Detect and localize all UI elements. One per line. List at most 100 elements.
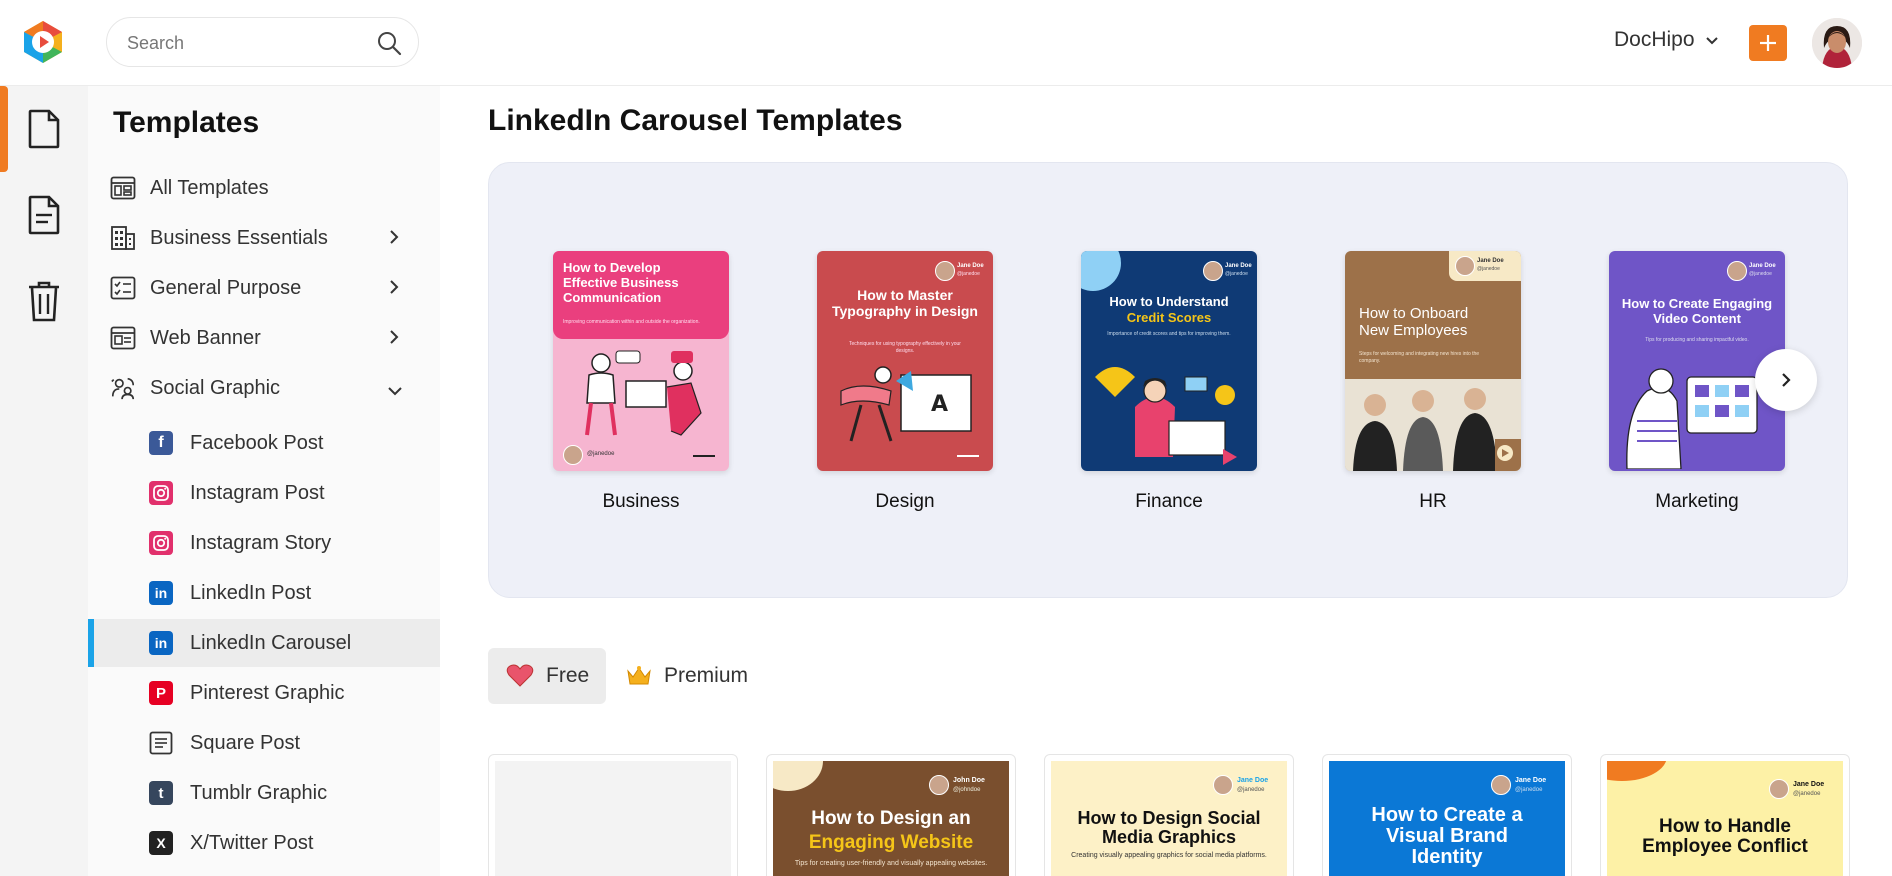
- video-creator-illustration: [1626, 368, 1758, 469]
- sidebar-item-instagram-post[interactable]: Instagram Post: [88, 469, 440, 517]
- sidebar-item-general-purpose[interactable]: General Purpose: [88, 264, 440, 312]
- rail-documents[interactable]: [0, 172, 88, 258]
- thumbnail-title: How to Create Engaging Video Content: [1621, 296, 1773, 326]
- sidebar-title: Templates: [113, 106, 260, 139]
- thumbnail-title: How to Master Typography in Design: [832, 287, 978, 320]
- tumblr-icon: t: [149, 781, 173, 805]
- sidebar-item-label: Web Banner: [150, 326, 261, 349]
- sidebar-item-linkedin-carousel[interactable]: in LinkedIn Carousel: [88, 619, 440, 667]
- sidebar-item-label: Square Post: [190, 731, 301, 754]
- document-icon: [28, 109, 60, 149]
- handshake-photo: [1345, 379, 1521, 471]
- thumbnail-author: Jane Doe: [1477, 258, 1504, 264]
- account-switcher[interactable]: DocHipo: [1614, 28, 1719, 52]
- dochipo-logo[interactable]: [20, 19, 66, 65]
- sidebar-item-business-essentials[interactable]: Business Essentials: [88, 214, 440, 262]
- card-author: Jane Doe: [1237, 777, 1269, 784]
- web-banner-icon: [110, 325, 136, 351]
- search-input[interactable]: [127, 30, 367, 56]
- trash-icon: [29, 281, 59, 322]
- filter-free-button[interactable]: Free: [488, 648, 606, 704]
- card-author: Jane Doe: [1793, 781, 1825, 788]
- template-card[interactable]: Jane Doe @janedoe How to Design Social M…: [1044, 754, 1294, 876]
- instagram-icon: [149, 481, 173, 505]
- filter-label: Free: [546, 664, 590, 687]
- credit-illustration: [1095, 367, 1237, 465]
- carousel-next-button[interactable]: [1755, 349, 1817, 411]
- template-card[interactable]: Jane Doe @janedoe How to Handle Employee…: [1600, 754, 1850, 876]
- template-thumbnail[interactable]: Jane Doe @janedoe How to Understand Cred…: [1081, 251, 1257, 471]
- layout-grid-icon: [110, 175, 136, 201]
- category-card-finance[interactable]: Jane Doe @janedoe How to Understand Cred…: [1081, 251, 1257, 513]
- category-card-design[interactable]: Jane Doe @janedoe How to Master Typograp…: [817, 251, 993, 513]
- sidebar-item-label: General Purpose: [150, 276, 302, 299]
- thumbnail-author: Jane Doe: [957, 263, 984, 269]
- sidebar-item-social-graphic[interactable]: Social Graphic: [88, 364, 440, 412]
- user-avatar[interactable]: [1812, 18, 1862, 68]
- thumbnail-author: Jane Doe: [1225, 263, 1252, 269]
- sidebar-item-tumblr-graphic[interactable]: t Tumblr Graphic: [88, 769, 440, 817]
- checklist-icon: [110, 275, 136, 301]
- building-icon: [110, 225, 136, 251]
- template-thumbnail[interactable]: Jane Doe @janedoe How to Master Typograp…: [817, 251, 993, 471]
- filter-premium-button[interactable]: Premium: [626, 648, 748, 704]
- card-subtitle: Creating visually appealing graphics for…: [1071, 852, 1267, 859]
- chevron-right-icon: [1782, 373, 1791, 387]
- linkedin-icon: in: [149, 581, 173, 605]
- template-card[interactable]: [488, 754, 738, 876]
- account-name: DocHipo: [1614, 28, 1695, 51]
- rail-trash[interactable]: [0, 258, 88, 344]
- template-card[interactable]: Jane Doe @janedoe How to Create a Visual…: [1322, 754, 1572, 876]
- thumbnail-title: How to Understand: [1109, 294, 1229, 309]
- thumbnail-subtitle: Improving communication within and outsi…: [563, 319, 700, 325]
- card-author: Jane Doe: [1515, 777, 1547, 784]
- card-title: How to Design Social Media Graphics: [1077, 808, 1261, 847]
- category-card-business[interactable]: How to Develop Effective Business Commun…: [553, 251, 729, 513]
- sidebar-item-square-post[interactable]: Square Post: [88, 719, 440, 767]
- chevron-right-icon: [388, 327, 400, 353]
- card-subtitle: Tips for creating user-friendly and visu…: [794, 860, 988, 867]
- template-thumbnail-placeholder: [495, 761, 731, 876]
- sidebar-item-label: Instagram Post: [190, 481, 325, 504]
- instagram-icon: [149, 531, 173, 555]
- sidebar-item-label: X/Twitter Post: [190, 831, 314, 854]
- template-thumbnail[interactable]: Jane Doe @janedoe How to Create Engaging…: [1609, 251, 1785, 471]
- thumbnail-subtitle: Importance of credit scores and tips for…: [1107, 331, 1231, 337]
- card-title: How to Handle Employee Conflict: [1642, 816, 1808, 857]
- sidebar-item-label: LinkedIn Carousel: [190, 631, 352, 654]
- sidebar-item-label: Instagram Story: [190, 531, 332, 554]
- social-users-icon: [110, 375, 136, 401]
- search-icon[interactable]: [376, 30, 402, 56]
- template-thumbnail[interactable]: How to Develop Effective Business Commun…: [553, 251, 729, 471]
- sidebar-item-label: Business Essentials: [150, 226, 328, 249]
- sidebar-item-x-twitter-post[interactable]: X X/Twitter Post: [88, 819, 440, 867]
- sidebar-item-facebook-post[interactable]: f Facebook Post: [88, 419, 440, 467]
- template-thumbnail[interactable]: Jane Doe @janedoe How to Onboard New Emp…: [1345, 251, 1521, 471]
- card-title: How to Design an: [811, 808, 971, 829]
- sidebar-item-pinterest-graphic[interactable]: P Pinterest Graphic: [88, 669, 440, 717]
- category-name: Finance: [1135, 491, 1203, 512]
- rail-templates[interactable]: [0, 86, 88, 172]
- template-card[interactable]: John Doe @johndoe How to Design an Engag…: [766, 754, 1016, 876]
- heart-icon: [506, 664, 534, 687]
- sidebar-item-web-banner[interactable]: Web Banner: [88, 314, 440, 362]
- sidebar-item-all-templates[interactable]: All Templates: [88, 164, 440, 212]
- sidebar-item-label: Tumblr Graphic: [190, 781, 328, 804]
- sidebar-item-linkedin-post[interactable]: in LinkedIn Post: [88, 569, 440, 617]
- search-box[interactable]: [106, 17, 419, 67]
- plus-icon: [1760, 35, 1776, 51]
- people-illustration: [585, 350, 702, 436]
- chevron-down-icon: [1705, 28, 1719, 52]
- create-new-button[interactable]: [1749, 25, 1787, 61]
- x-twitter-icon: X: [149, 831, 173, 855]
- sidebar-item-instagram-story[interactable]: Instagram Story: [88, 519, 440, 567]
- card-title: How to Create a Visual Brand Identity: [1371, 804, 1523, 868]
- page-title: LinkedIn Carousel Templates: [488, 104, 903, 137]
- category-card-hr[interactable]: Jane Doe @janedoe How to Onboard New Emp…: [1345, 251, 1521, 513]
- pinterest-icon: P: [149, 681, 173, 705]
- thumbnail-subtitle: Steps for welcoming and integrating new …: [1359, 351, 1480, 364]
- templates-sidebar: Templates All Templates Business Essenti…: [88, 86, 440, 876]
- chevron-down-icon: [386, 381, 404, 404]
- sidebar-item-label: All Templates: [150, 176, 269, 199]
- square-post-icon: [148, 730, 174, 756]
